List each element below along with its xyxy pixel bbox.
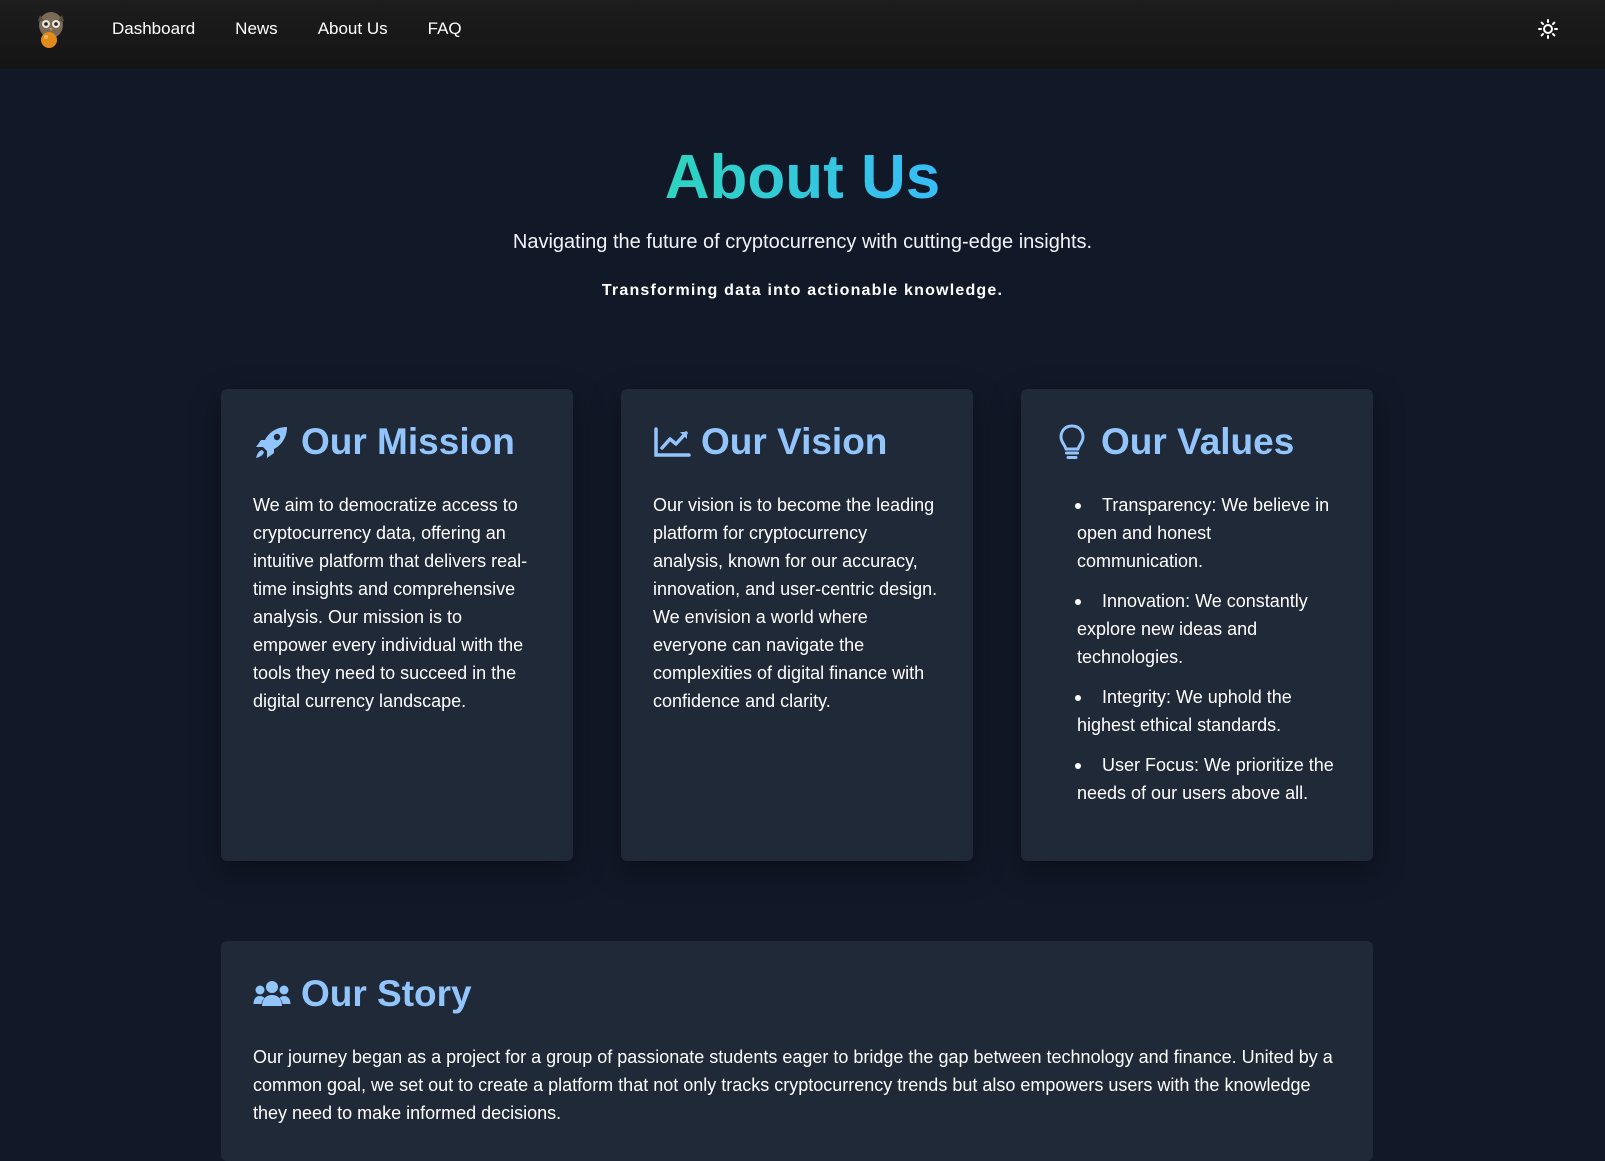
chart-line-icon [654, 427, 691, 457]
vision-card-header: Our Vision [653, 419, 941, 465]
values-title: Our Values [1101, 421, 1295, 462]
vision-card: Our Vision Our vision is to become the l… [621, 389, 973, 861]
lightbulb-icon [1059, 424, 1085, 459]
vision-body: Our vision is to become the leading plat… [653, 495, 938, 711]
nav-link-news[interactable]: News [235, 19, 278, 39]
story-body: Our journey began as a project for a gro… [253, 1047, 1333, 1123]
hero-subtitle: Navigating the future of cryptocurrency … [512, 231, 1093, 253]
nav-link-about-us[interactable]: About Us [318, 19, 388, 39]
list-item: Integrity: We uphold the highest ethical… [1075, 683, 1341, 739]
values-card-header: Our Values [1053, 419, 1341, 465]
info-cards: Our Mission We aim to democratize access… [221, 389, 1373, 861]
story-card: Our Story Our journey began as a project… [221, 941, 1373, 1161]
rocket-icon [256, 427, 287, 458]
list-item: Innovation: We constantly explore new id… [1075, 587, 1341, 671]
mission-card-header: Our Mission [253, 419, 541, 465]
values-list: Transparency: We believe in open and hon… [1053, 491, 1341, 807]
owl-logo-icon[interactable] [34, 9, 68, 49]
sun-icon[interactable] [1537, 18, 1559, 40]
mission-title: Our Mission [301, 421, 515, 462]
mission-body: We aim to democratize access to cryptocu… [253, 495, 528, 711]
page-title: About Us [664, 143, 941, 212]
values-card: Our Values Transparency: We believe in o… [1021, 389, 1373, 861]
nav-link-faq[interactable]: FAQ [428, 19, 462, 39]
story-title: Our Story [301, 973, 472, 1014]
nav-links: Dashboard News About Us FAQ [112, 0, 502, 58]
list-item: User Focus: We prioritize the needs of o… [1075, 751, 1341, 807]
top-navbar: Dashboard News About Us FAQ [0, 0, 1605, 69]
users-icon [253, 981, 291, 1006]
story-card-header: Our Story [253, 971, 1341, 1017]
vision-title: Our Vision [701, 421, 888, 462]
list-item: Transparency: We believe in open and hon… [1075, 491, 1341, 575]
mission-card: Our Mission We aim to democratize access… [221, 389, 573, 861]
hero-tagline: Transforming data into actionable knowle… [601, 282, 1004, 299]
hero-section: About Us Navigating the future of crypto… [0, 69, 1605, 300]
nav-link-dashboard[interactable]: Dashboard [112, 19, 195, 39]
